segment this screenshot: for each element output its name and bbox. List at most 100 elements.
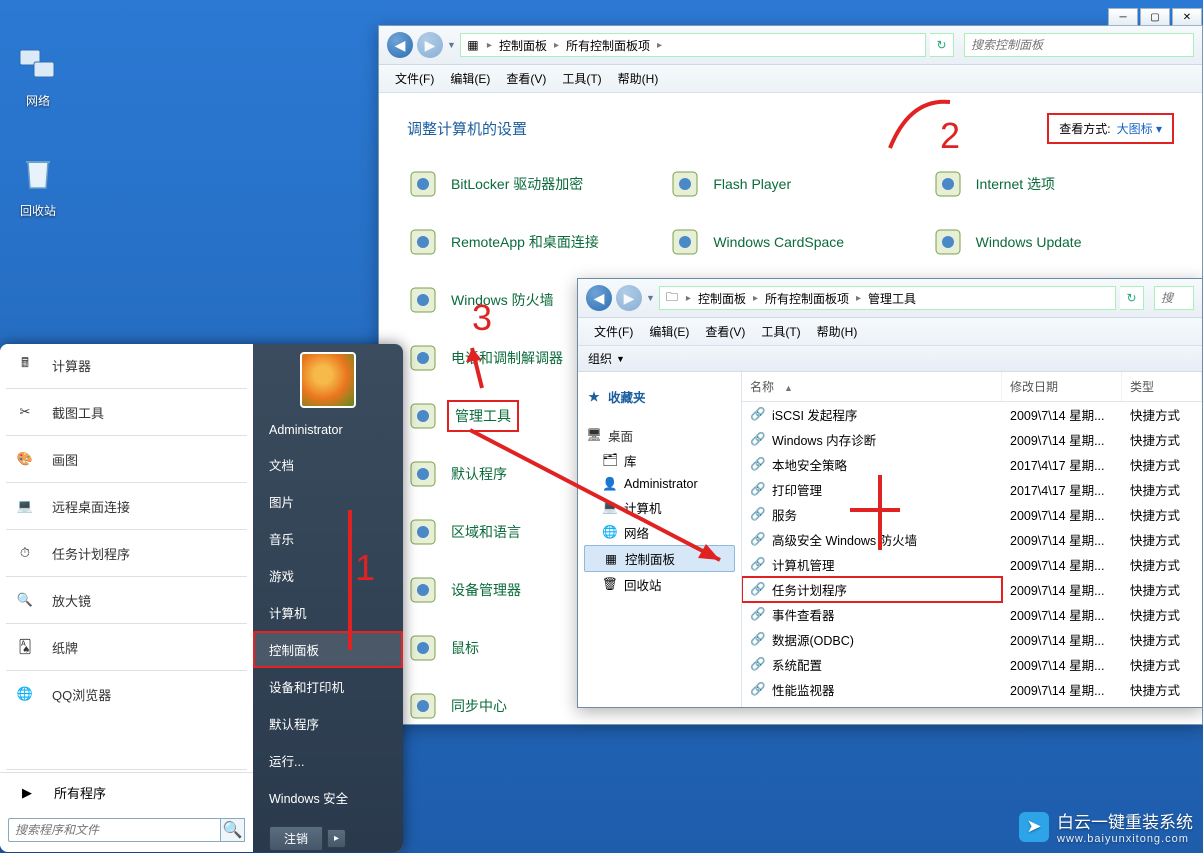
menu-file[interactable]: 文件(F) bbox=[389, 68, 440, 89]
menu-help[interactable]: 帮助(H) bbox=[811, 321, 864, 342]
maximize-button[interactable]: ▢ bbox=[1140, 8, 1170, 26]
all-programs-button[interactable]: ▶ 所有程序 bbox=[0, 772, 253, 812]
col-name[interactable]: 名称▲ bbox=[742, 372, 1002, 401]
start-right-item[interactable]: 运行... bbox=[253, 742, 403, 779]
search-button[interactable]: 🔍 bbox=[221, 818, 245, 842]
view-value[interactable]: 大图标 bbox=[1117, 122, 1153, 136]
organize-button[interactable]: 组织 bbox=[588, 350, 612, 367]
start-right-item[interactable]: 计算机 bbox=[253, 594, 403, 631]
cp-item[interactable]: Windows CardSpace bbox=[669, 226, 911, 258]
menu-view[interactable]: 查看(V) bbox=[500, 68, 552, 89]
start-item-paint[interactable]: 🎨画图 bbox=[0, 438, 253, 480]
tree-desktop[interactable]: 🖥桌面 bbox=[584, 423, 735, 448]
file-row[interactable]: 🔗事件查看器2009\7\14 星期...快捷方式 bbox=[742, 602, 1202, 627]
desktop-icon-recycle[interactable]: 回收站 bbox=[8, 150, 68, 219]
tree-user[interactable]: 👤Administrator bbox=[584, 473, 735, 495]
start-right-item[interactable]: 图片 bbox=[253, 483, 403, 520]
file-row[interactable]: 🔗数据源(ODBC)2009\7\14 星期...快捷方式 bbox=[742, 627, 1202, 652]
nav-history-dropdown[interactable]: ▼ bbox=[646, 293, 655, 303]
start-item-cards[interactable]: 🂡纸牌 bbox=[0, 626, 253, 668]
menu-help[interactable]: 帮助(H) bbox=[612, 68, 665, 89]
start-search-input[interactable] bbox=[8, 818, 221, 842]
start-right-item[interactable]: 音乐 bbox=[253, 520, 403, 557]
tree-network[interactable]: 🌐网络 bbox=[584, 520, 735, 545]
menu-tools[interactable]: 工具(T) bbox=[755, 321, 806, 342]
menu-file[interactable]: 文件(F) bbox=[588, 321, 639, 342]
menu-edit[interactable]: 编辑(E) bbox=[444, 68, 496, 89]
tree-control-panel[interactable]: ▦控制面板 bbox=[584, 545, 735, 572]
start-right-item[interactable]: Windows 安全 bbox=[253, 779, 403, 816]
menu-edit[interactable]: 编辑(E) bbox=[643, 321, 695, 342]
file-row[interactable]: 🔗本地安全策略2017\4\17 星期...快捷方式 bbox=[742, 452, 1202, 477]
tree-recycle[interactable]: 🗑回收站 bbox=[584, 572, 735, 597]
tree-favorites[interactable]: ★收藏夹 bbox=[584, 384, 735, 409]
start-right-item[interactable]: 设备和打印机 bbox=[253, 668, 403, 705]
logout-button[interactable]: 注销 bbox=[269, 826, 323, 851]
cp-item[interactable]: Flash Player bbox=[669, 168, 911, 200]
start-right-item[interactable]: 控制面板 bbox=[253, 631, 403, 668]
start-item-remote[interactable]: 💻远程桌面连接 bbox=[0, 485, 253, 527]
star-icon: ★ bbox=[586, 389, 602, 405]
file-name: 本地安全策略 bbox=[772, 455, 847, 474]
menu-tools[interactable]: 工具(T) bbox=[556, 68, 607, 89]
file-row[interactable]: 🔗组件服务2009\7\14 星期...快捷方式 bbox=[742, 702, 1202, 707]
cp-item[interactable]: BitLocker 驱动器加密 bbox=[407, 168, 649, 200]
file-row[interactable]: 🔗性能监视器2009\7\14 星期...快捷方式 bbox=[742, 677, 1202, 702]
file-modified: 2009\7\14 星期... bbox=[1002, 652, 1122, 677]
start-item-calculator[interactable]: 🖩计算器 bbox=[0, 344, 253, 386]
back-button[interactable]: ◀ bbox=[387, 32, 413, 58]
file-row[interactable]: 🔗iSCSI 发起程序2009\7\14 星期...快捷方式 bbox=[742, 402, 1202, 427]
tree-computer[interactable]: 💻计算机 bbox=[584, 495, 735, 520]
start-item-schedule[interactable]: ⏱任务计划程序 bbox=[0, 532, 253, 574]
col-modified[interactable]: 修改日期 bbox=[1002, 372, 1122, 401]
start-item-browser[interactable]: 🌐QQ浏览器 bbox=[0, 673, 253, 715]
breadcrumb[interactable]: 🗀 ▸ 控制面板 ▸ 所有控制面板项 ▸ 管理工具 bbox=[659, 286, 1116, 310]
file-row[interactable]: 🔗高级安全 Windows 防火墙2009\7\14 星期...快捷方式 bbox=[742, 527, 1202, 552]
tree-libraries[interactable]: 🗂库 bbox=[584, 448, 735, 473]
watermark-icon: ➤ bbox=[1019, 812, 1049, 842]
forward-button[interactable]: ▶ bbox=[616, 285, 642, 311]
user-avatar[interactable] bbox=[300, 352, 356, 408]
start-right-item[interactable]: 游戏 bbox=[253, 557, 403, 594]
column-headers[interactable]: 名称▲ 修改日期 类型 bbox=[742, 372, 1202, 402]
file-row[interactable]: 🔗服务2009\7\14 星期...快捷方式 bbox=[742, 502, 1202, 527]
file-row[interactable]: 🔗打印管理2017\4\17 星期...快捷方式 bbox=[742, 477, 1202, 502]
desktop-icon-network[interactable]: 网络 bbox=[8, 40, 68, 109]
logout-menu-button[interactable]: ▸ bbox=[327, 829, 346, 848]
search-input[interactable] bbox=[964, 33, 1194, 57]
start-right-item[interactable]: 默认程序 bbox=[253, 705, 403, 742]
menu-view[interactable]: 查看(V) bbox=[699, 321, 751, 342]
desktop-icon: 🖥 bbox=[586, 428, 602, 444]
file-type: 快捷方式 bbox=[1122, 427, 1202, 452]
search-input[interactable] bbox=[1154, 286, 1194, 310]
breadcrumb-item[interactable]: 管理工具 bbox=[863, 290, 921, 307]
refresh-button[interactable]: ↻ bbox=[1120, 286, 1144, 310]
cp-item[interactable]: RemoteApp 和桌面连接 bbox=[407, 226, 649, 258]
forward-button[interactable]: ▶ bbox=[417, 32, 443, 58]
file-row[interactable]: 🔗任务计划程序2009\7\14 星期...快捷方式 bbox=[742, 577, 1202, 602]
file-row[interactable]: 🔗计算机管理2009\7\14 星期...快捷方式 bbox=[742, 552, 1202, 577]
paint-icon: 🎨 bbox=[10, 444, 40, 474]
breadcrumb-item[interactable]: 控制面板 bbox=[693, 290, 751, 307]
breadcrumb[interactable]: ▦ ▸ 控制面板 ▸ 所有控制面板项 ▸ bbox=[460, 33, 926, 57]
file-row[interactable]: 🔗Windows 内存诊断2009\7\14 星期...快捷方式 bbox=[742, 427, 1202, 452]
breadcrumb-item[interactable]: 所有控制面板项 bbox=[561, 37, 655, 54]
close-button[interactable]: ✕ bbox=[1172, 8, 1202, 26]
file-modified: 2009\7\14 星期... bbox=[1002, 627, 1122, 652]
minimize-button[interactable]: ─ bbox=[1108, 8, 1138, 26]
nav-history-dropdown[interactable]: ▼ bbox=[447, 40, 456, 50]
breadcrumb-item[interactable]: 控制面板 bbox=[494, 37, 552, 54]
back-button[interactable]: ◀ bbox=[586, 285, 612, 311]
start-item-magnifier[interactable]: 🔍放大镜 bbox=[0, 579, 253, 621]
file-type: 快捷方式 bbox=[1122, 627, 1202, 652]
view-mode-selector[interactable]: 查看方式: 大图标 ▾ bbox=[1047, 113, 1174, 144]
cp-item[interactable]: Internet 选项 bbox=[932, 168, 1174, 200]
start-right-item[interactable]: Administrator bbox=[253, 414, 403, 446]
breadcrumb-item[interactable]: 所有控制面板项 bbox=[760, 290, 854, 307]
start-item-scissors[interactable]: ✂截图工具 bbox=[0, 391, 253, 433]
col-type[interactable]: 类型 bbox=[1122, 372, 1202, 401]
cp-item[interactable]: Windows Update bbox=[932, 226, 1174, 258]
file-row[interactable]: 🔗系统配置2009\7\14 星期...快捷方式 bbox=[742, 652, 1202, 677]
refresh-button[interactable]: ↻ bbox=[930, 33, 954, 57]
start-right-item[interactable]: 文档 bbox=[253, 446, 403, 483]
